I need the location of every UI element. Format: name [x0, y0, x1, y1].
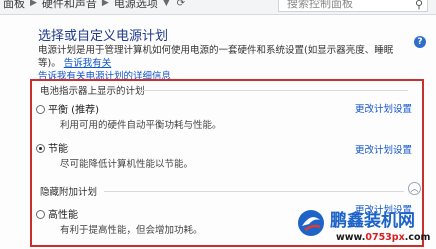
- chevron-right-icon: ▶: [30, 0, 37, 8]
- plan-radio-power-saver[interactable]: [36, 144, 45, 153]
- plan-name-balanced[interactable]: 平衡 (推荐): [48, 101, 99, 116]
- site-watermark: 鹏鑫装机网 www.0753px.com: [296, 206, 436, 249]
- plan-radio-high-performance[interactable]: [36, 210, 45, 219]
- watermark-brand: 鹏鑫装机网: [330, 211, 415, 231]
- divider: [104, 191, 404, 192]
- chevron-up-icon[interactable]: ︿: [408, 182, 421, 195]
- watermark-url-suffix: .com: [404, 232, 431, 243]
- plan-desc-high-performance: 有利于提高性能，但会增加功耗。: [60, 225, 203, 236]
- page-title: 选择或自定义电源计划: [38, 29, 169, 44]
- change-plan-settings-power-saver[interactable]: 更改计划设置: [355, 142, 412, 156]
- address-bar: 面板 ▶ 硬件和声音 ▶ 电源选项 ▼ ⟳ 搜索控制面板 ⚲: [0, 0, 436, 15]
- refresh-icon[interactable]: ⟳: [172, 0, 190, 9]
- plan-name-high-performance[interactable]: 高性能: [48, 206, 78, 221]
- plan-name-power-saver[interactable]: 节能: [48, 140, 68, 155]
- chevron-right-icon: ▶: [101, 0, 109, 8]
- chevron-down-icon[interactable]: ▼: [161, 0, 172, 8]
- change-plan-settings-balanced[interactable]: 更改计划设置: [355, 101, 412, 115]
- plan-desc-power-saver: 尽可能降低计算机性能以节能。: [60, 159, 194, 170]
- search-input[interactable]: 搜索控制面板 ⚲: [278, 0, 428, 12]
- watermark-logo-icon: [298, 210, 324, 236]
- breadcrumb: 面板 ▶ 硬件和声音 ▶ 电源选项 ▼ ⟳: [0, 0, 190, 10]
- divider: [138, 90, 408, 91]
- watermark-url: www.0753px.com: [336, 232, 430, 243]
- plan-desc-balanced: 利用可用的硬件自动平衡功耗与性能。: [60, 120, 222, 131]
- battery-plans-header: 电池指示器上显示的计划: [40, 86, 145, 97]
- watermark-url-prefix: www.: [336, 232, 366, 243]
- breadcrumb-item-hardware-sound[interactable]: 硬件和声音: [39, 0, 100, 11]
- search-placeholder: 搜索控制面板: [287, 0, 353, 10]
- power-plan-info-link-head[interactable]: 告诉我有关: [64, 58, 112, 69]
- help-icon[interactable]: ?: [414, 36, 426, 48]
- breadcrumb-item-power-options[interactable]: 电源选项: [111, 0, 161, 11]
- watermark-url-domain: 0753px: [365, 232, 405, 243]
- search-icon[interactable]: ⚲: [415, 0, 423, 11]
- page-description: 电源计划是用于管理计算机如何使用电源的一套硬件和系统设置(如显示器亮度、睡眠等)…: [38, 44, 410, 83]
- plan-radio-balanced[interactable]: [36, 105, 45, 114]
- hidden-plans-header: 隐藏附加计划: [40, 187, 98, 198]
- breadcrumb-item-control-panel[interactable]: 面板: [0, 0, 28, 11]
- power-options-window: 面板 ▶ 硬件和声音 ▶ 电源选项 ▼ ⟳ 搜索控制面板 ⚲ ? 选择或自定义电…: [0, 0, 436, 249]
